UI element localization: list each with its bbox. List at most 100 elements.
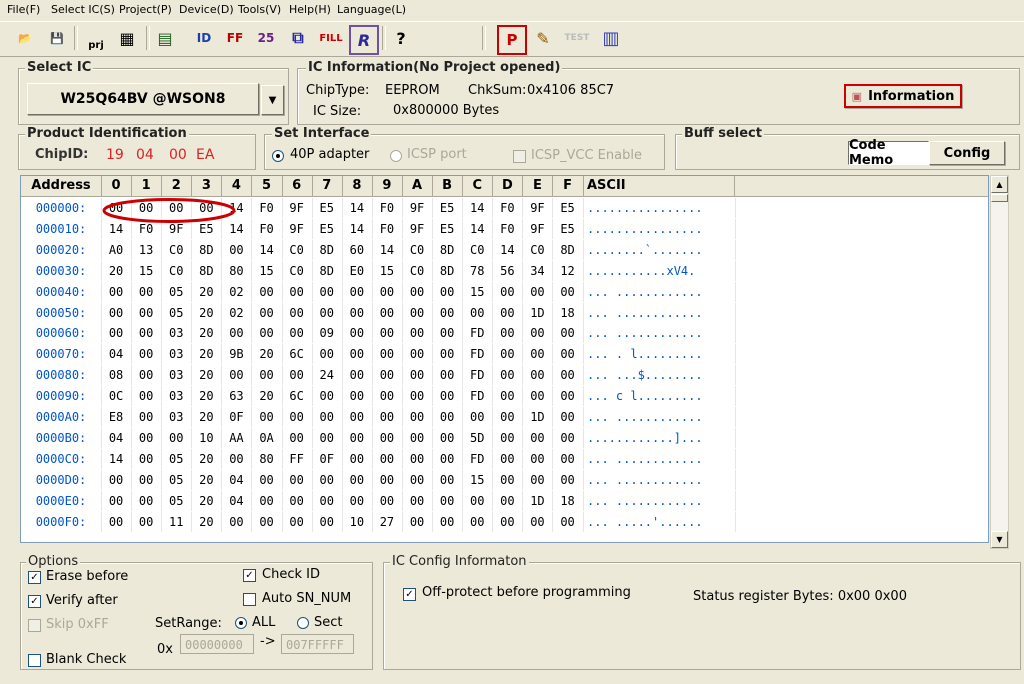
chip-select-icon[interactable]: ▤ (152, 25, 178, 51)
hex-byte[interactable]: 04 (221, 469, 253, 490)
information-button[interactable]: ▣ Information (844, 84, 962, 108)
hex-byte[interactable]: 00 (312, 302, 343, 323)
hex-byte[interactable]: 00 (101, 490, 133, 511)
hex-byte[interactable]: 05 (161, 302, 193, 323)
hex-byte[interactable]: 20 (191, 302, 223, 323)
hex-byte[interactable]: 00 (432, 344, 464, 365)
checksum-icon[interactable]: 25 (253, 25, 279, 51)
hex-byte[interactable]: 04 (101, 427, 133, 448)
hex-byte[interactable]: 00 (372, 365, 403, 386)
config-button[interactable]: Config (929, 141, 1005, 165)
hex-byte[interactable]: 10 (191, 427, 223, 448)
hex-byte[interactable]: 00 (372, 427, 403, 448)
hex-byte[interactable]: 00 (221, 448, 253, 469)
hex-byte[interactable]: 34 (522, 260, 554, 281)
hex-byte[interactable]: 00 (282, 281, 313, 302)
hex-byte[interactable]: 00 (372, 407, 403, 427)
hex-byte[interactable]: 00 (402, 469, 434, 490)
hex-byte[interactable]: 00 (252, 302, 283, 323)
scroll-down-icon[interactable]: ▼ (991, 531, 1008, 548)
blank-check-checkbox[interactable] (28, 654, 41, 667)
hex-byte[interactable]: C0 (402, 239, 434, 260)
hex-byte[interactable]: 20 (191, 323, 223, 344)
edit-icon[interactable]: ✎ (530, 25, 556, 51)
hex-byte[interactable]: 1D (522, 407, 554, 427)
hex-byte[interactable]: 14 (101, 448, 133, 469)
hex-byte[interactable]: 8D (312, 260, 343, 281)
hex-byte[interactable]: 63 (221, 386, 253, 407)
hex-byte[interactable]: FD (462, 344, 494, 365)
hex-byte[interactable]: 60 (342, 239, 373, 260)
hex-byte[interactable]: 20 (191, 344, 223, 365)
hex-byte[interactable]: 00 (221, 239, 253, 260)
hex-byte[interactable]: 00 (342, 490, 373, 511)
hex-row[interactable]: 0000A0: E8 00 03 20 0F 00 00 00 00 00 00 00 00 00 1D 00.… (21, 407, 988, 427)
hex-byte[interactable]: 00 (553, 448, 584, 469)
hex-byte[interactable]: 00 (492, 448, 524, 469)
hex-byte[interactable]: 00 (553, 281, 584, 302)
hex-byte[interactable]: 00 (522, 511, 554, 532)
hex-byte[interactable]: 00 (492, 302, 524, 323)
hex-byte[interactable]: 00 (131, 427, 163, 448)
hex-byte[interactable]: 00 (221, 323, 253, 344)
hex-byte[interactable]: 00 (522, 344, 554, 365)
program-icon[interactable]: P (497, 25, 527, 55)
hex-byte[interactable]: AA (221, 427, 253, 448)
hex-byte[interactable]: A0 (101, 239, 133, 260)
erase-before-checkbox[interactable]: ✓ (28, 571, 41, 584)
hex-byte[interactable]: FD (462, 323, 494, 344)
code-memory-button[interactable]: Code Memo (848, 138, 929, 168)
hex-byte[interactable]: 00 (492, 469, 524, 490)
hex-byte[interactable]: 1D (522, 302, 554, 323)
off-protect-checkbox[interactable]: ✓ (403, 588, 416, 601)
hex-byte[interactable]: 24 (312, 365, 343, 386)
hex-byte[interactable]: F0 (492, 198, 524, 218)
hex-byte[interactable]: 00 (131, 511, 163, 532)
hex-byte[interactable]: 14 (342, 198, 373, 218)
hex-byte[interactable]: 00 (522, 323, 554, 344)
hex-byte[interactable]: 14 (492, 239, 524, 260)
hex-byte[interactable]: 00 (432, 281, 464, 302)
hex-byte[interactable]: 20 (191, 511, 223, 532)
hex-byte[interactable]: 00 (553, 469, 584, 490)
hex-byte[interactable]: 00 (372, 344, 403, 365)
hex-byte[interactable]: 20 (191, 490, 223, 511)
hex-byte[interactable]: 00 (522, 365, 554, 386)
hex-byte[interactable]: 00 (221, 511, 253, 532)
hex-byte[interactable]: FD (462, 448, 494, 469)
hex-byte[interactable]: 9F (282, 218, 313, 239)
hex-byte[interactable]: 00 (282, 407, 313, 427)
hex-byte[interactable]: 00 (402, 427, 434, 448)
menu-help[interactable]: Help(H) (289, 3, 331, 16)
hex-byte[interactable]: 9F (522, 198, 554, 218)
scroll-up-icon[interactable]: ▲ (991, 176, 1008, 193)
hex-row[interactable]: 000020: A0 13 C0 8D 00 14 C0 8D 60 14 C0 8D C0 14 C0 8D.… (21, 239, 988, 260)
hex-byte[interactable]: 00 (101, 302, 133, 323)
hex-byte[interactable]: 00 (372, 448, 403, 469)
hex-byte[interactable]: 00 (553, 323, 584, 344)
hex-byte[interactable]: 00 (492, 490, 524, 511)
hex-row[interactable]: 000090: 0C 00 03 20 63 20 6C 00 00 00 00 00 FD 00 00 00.… (21, 386, 988, 407)
hex-byte[interactable]: 00 (282, 323, 313, 344)
hex-byte[interactable]: 00 (131, 490, 163, 511)
hex-byte[interactable]: 9F (282, 198, 313, 218)
hex-byte[interactable]: 00 (402, 490, 434, 511)
hex-byte[interactable]: 8D (191, 260, 223, 281)
hex-byte[interactable]: 00 (131, 386, 163, 407)
hex-byte[interactable]: 20 (101, 260, 133, 281)
hex-byte[interactable]: 00 (252, 469, 283, 490)
menu-tools[interactable]: Tools(V) (238, 3, 281, 16)
hex-byte[interactable]: 13 (131, 239, 163, 260)
hex-byte[interactable]: 00 (342, 448, 373, 469)
hex-row[interactable]: 000040: 00 00 05 20 02 00 00 00 00 00 00 00 15 00 00 00.… (21, 281, 988, 302)
hex-byte[interactable]: 00 (492, 407, 524, 427)
hex-byte[interactable]: 05 (161, 469, 193, 490)
verify-after-checkbox[interactable]: ✓ (28, 595, 41, 608)
hex-byte[interactable]: 20 (252, 386, 283, 407)
hex-byte[interactable]: 78 (462, 260, 494, 281)
hex-byte[interactable]: 18 (553, 490, 584, 511)
open-icon[interactable]: 📂 (12, 25, 38, 51)
hex-byte[interactable]: 8D (553, 239, 584, 260)
hex-byte[interactable]: 18 (553, 302, 584, 323)
hex-byte[interactable]: 00 (432, 448, 464, 469)
